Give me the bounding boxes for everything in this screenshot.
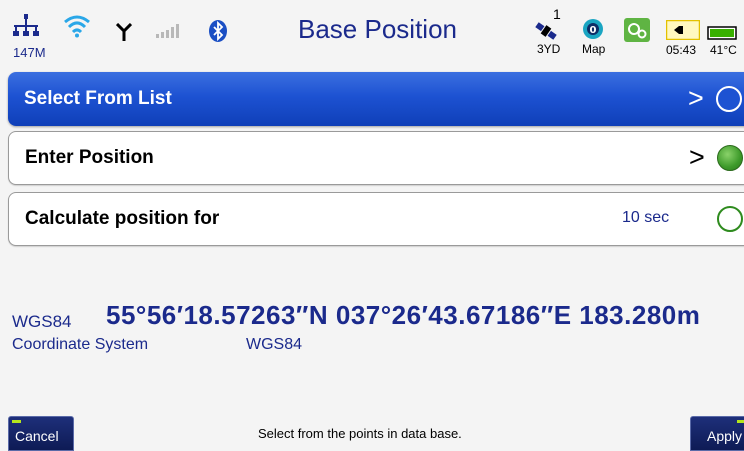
apply-label: Apply — [707, 428, 743, 444]
cancel-label: Cancel — [15, 428, 59, 444]
network-label: 147M — [13, 45, 46, 60]
antenna-icon — [115, 22, 133, 46]
svg-text:0: 0 — [590, 25, 597, 36]
wifi-icon — [64, 14, 90, 43]
page-title: Base Position — [298, 14, 457, 44]
radio-button[interactable] — [717, 145, 743, 171]
row-label: Enter Position — [25, 147, 154, 168]
fix-type: 3YD — [537, 42, 561, 56]
radio-button[interactable] — [717, 206, 743, 232]
row-label: Calculate position for — [25, 208, 220, 229]
duration-value: 10 sec — [622, 209, 670, 226]
hint-text: Select from the points in data base. — [258, 426, 462, 441]
softkey-indicator — [737, 420, 744, 423]
coordinate-system-label: Coordinate System — [12, 336, 149, 353]
signal-bars-icon — [156, 24, 182, 43]
clock: 05:43 — [666, 43, 697, 57]
cancel-button[interactable]: Cancel — [8, 416, 74, 451]
softkey-indicator — [12, 420, 21, 423]
chevron-right-icon: > — [689, 142, 705, 172]
apply-button[interactable]: Apply — [690, 416, 744, 451]
chevron-right-icon: > — [688, 83, 704, 113]
status-bar: 147M Base Position 1 3YD 0 Map 05:43 41°… — [0, 0, 744, 68]
enter-position-row[interactable]: Enter Position > — [8, 131, 744, 185]
speaker-icon — [665, 19, 701, 45]
temperature: 41°C — [710, 43, 737, 57]
position-coordinates: 55°56′18.57263″N 037°26′43.67186″E 183.2… — [106, 300, 701, 330]
datum-label: WGS84 — [12, 312, 72, 331]
map-icon[interactable]: 0 — [582, 18, 604, 45]
map-label: Map — [582, 42, 606, 56]
network-icon — [13, 14, 39, 41]
calculate-position-row[interactable]: Calculate position for 10 sec — [8, 192, 744, 246]
row-label: Select From List — [24, 88, 172, 109]
settings-icon[interactable] — [624, 18, 650, 47]
bluetooth-icon — [208, 20, 228, 47]
select-from-list-row[interactable]: Select From List > — [8, 72, 744, 126]
radio-button[interactable] — [716, 86, 742, 112]
coordinate-system-value: WGS84 — [246, 336, 303, 353]
